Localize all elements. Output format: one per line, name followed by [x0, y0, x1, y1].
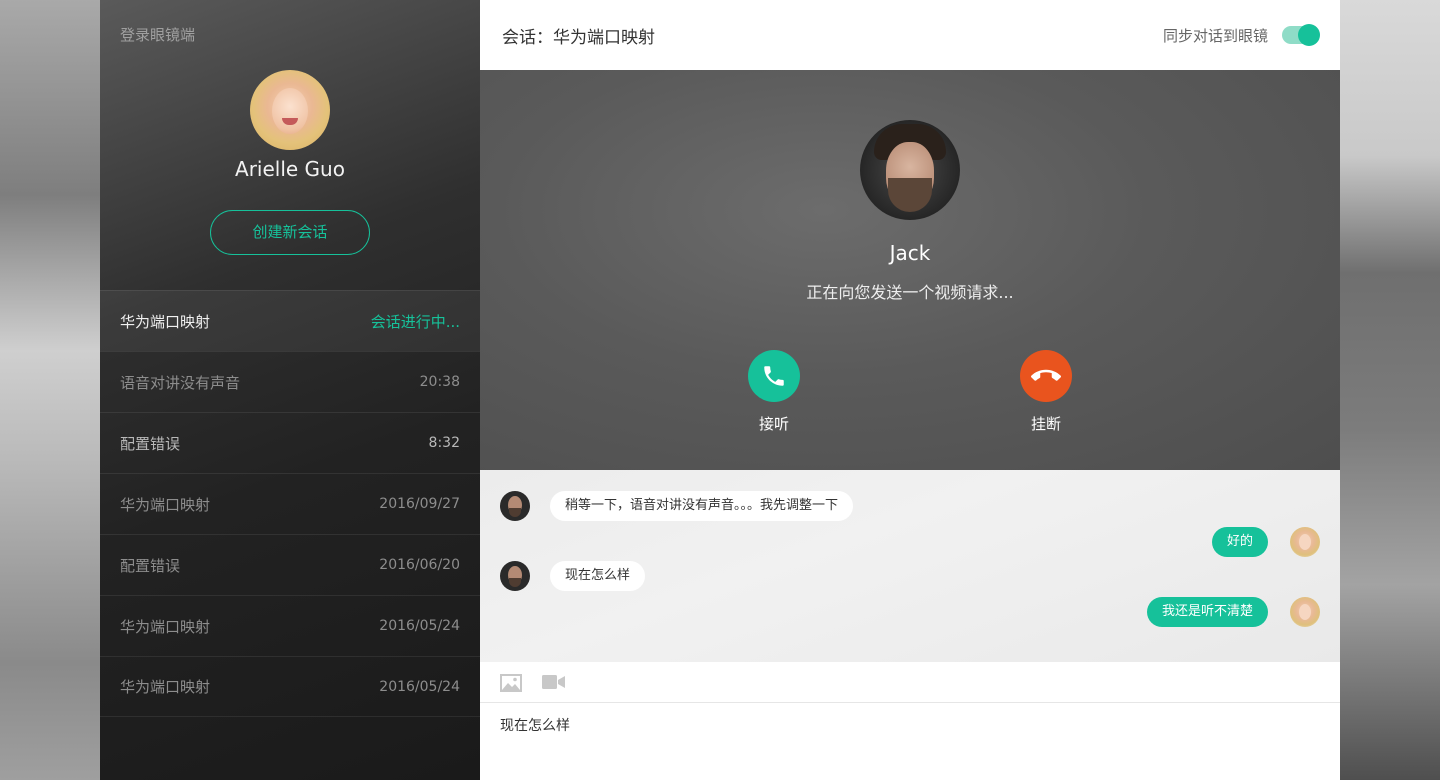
message-row: 现在怎么样	[500, 561, 646, 591]
hangup-call-button[interactable]	[1020, 350, 1072, 402]
session-item[interactable]: 语音对讲没有声音 20:38	[100, 351, 480, 412]
chat-messages: 稍等一下，语音对讲没有声音。。。我先调整一下 好的 现在怎么样 我还是听不清楚	[480, 470, 1340, 662]
session-time: 8:32	[428, 435, 460, 451]
avatar-face	[272, 88, 308, 134]
background-right	[1340, 0, 1440, 780]
image-icon[interactable]	[500, 674, 522, 696]
sender-avatar	[1290, 527, 1320, 557]
sync-label: 同步对话到眼镜	[1162, 26, 1268, 45]
session-list: 华为端口映射 会话进行中... 语音对讲没有声音 20:38 配置错误 8:32…	[100, 290, 480, 717]
sync-toggle[interactable]	[1282, 24, 1320, 46]
incoming-call-panel: Jack 正在向您发送一个视频请求... 接听 挂断	[480, 70, 1340, 470]
message-bubble: 我还是听不清楚	[1146, 597, 1268, 627]
accept-call-button[interactable]	[748, 350, 800, 402]
video-icon[interactable]	[542, 674, 566, 694]
message-bubble: 现在怎么样	[550, 561, 646, 591]
message-row: 稍等一下，语音对讲没有声音。。。我先调整一下	[500, 491, 854, 521]
session-item[interactable]: 华为端口映射 会话进行中...	[100, 290, 480, 351]
session-item[interactable]: 配置错误 8:32	[100, 412, 480, 473]
accept-call-label: 接听	[758, 415, 789, 433]
message-bubble: 好的	[1211, 527, 1268, 557]
profile-name: Arielle Guo	[235, 157, 345, 181]
create-session-button[interactable]: 创建新会话	[210, 210, 370, 255]
conversation-title: 会话：华为端口映射	[502, 27, 655, 48]
session-name: 华为端口映射	[120, 617, 211, 636]
session-item[interactable]: 配置错误 2016/06/20	[100, 534, 480, 595]
message-input-area: 现在怎么样	[480, 703, 1340, 780]
phone-icon	[764, 366, 784, 386]
caller-name: Jack	[889, 241, 931, 265]
conversation-header: 会话：华为端口映射 同步对话到眼镜	[480, 0, 1340, 70]
session-name: 华为端口映射	[120, 312, 211, 331]
session-time: 2016/09/27	[379, 496, 460, 512]
sender-avatar	[500, 491, 530, 521]
sender-avatar	[1290, 597, 1320, 627]
call-status: 正在向您发送一个视频请求...	[806, 283, 1014, 302]
session-name: 语音对讲没有声音	[120, 373, 241, 392]
session-name: 华为端口映射	[120, 678, 211, 696]
session-time: 20:38	[419, 374, 460, 390]
message-bubble: 稍等一下，语音对讲没有声音。。。我先调整一下	[550, 491, 854, 521]
login-glasses-link[interactable]: 登录眼镜端	[120, 24, 195, 45]
session-status: 会话进行中...	[370, 312, 460, 331]
message-input[interactable]: 现在怎么样	[480, 703, 1340, 780]
sender-avatar	[500, 561, 530, 591]
message-row: 我还是听不清楚	[1146, 597, 1320, 627]
composer-toolbar	[480, 662, 1340, 703]
avatar-beard	[888, 178, 932, 212]
conversation-panel: 会话：华为端口映射 同步对话到眼镜 Jack 正在向您发送一个视频请求... 接…	[480, 0, 1340, 780]
session-name: 配置错误	[120, 434, 181, 453]
session-item[interactable]: 华为端口映射 2016/05/24	[100, 595, 480, 656]
session-item[interactable]: 华为端口映射 2016/09/27	[100, 473, 480, 534]
sidebar: 登录眼镜端 Arielle Guo 创建新会话 华为端口映射 会话进行中... …	[100, 0, 480, 780]
session-name: 华为端口映射	[120, 495, 211, 514]
sync-to-glasses: 同步对话到眼镜	[1162, 24, 1320, 46]
profile-avatar	[250, 70, 330, 150]
session-time: 2016/05/24	[379, 678, 460, 695]
hangup-call-label: 挂断	[1030, 415, 1061, 433]
background-left	[0, 0, 100, 780]
caller-avatar	[860, 120, 960, 220]
session-time: 2016/05/24	[379, 618, 460, 634]
session-item[interactable]: 华为端口映射 2016/05/24	[100, 656, 480, 717]
app-window: 登录眼镜端 Arielle Guo 创建新会话 华为端口映射 会话进行中... …	[100, 0, 1340, 780]
message-row: 好的	[1211, 527, 1320, 557]
toggle-knob	[1298, 24, 1320, 46]
session-time: 2016/06/20	[379, 557, 460, 573]
session-name: 配置错误	[120, 556, 181, 575]
phone-hangup-icon	[1031, 369, 1061, 381]
